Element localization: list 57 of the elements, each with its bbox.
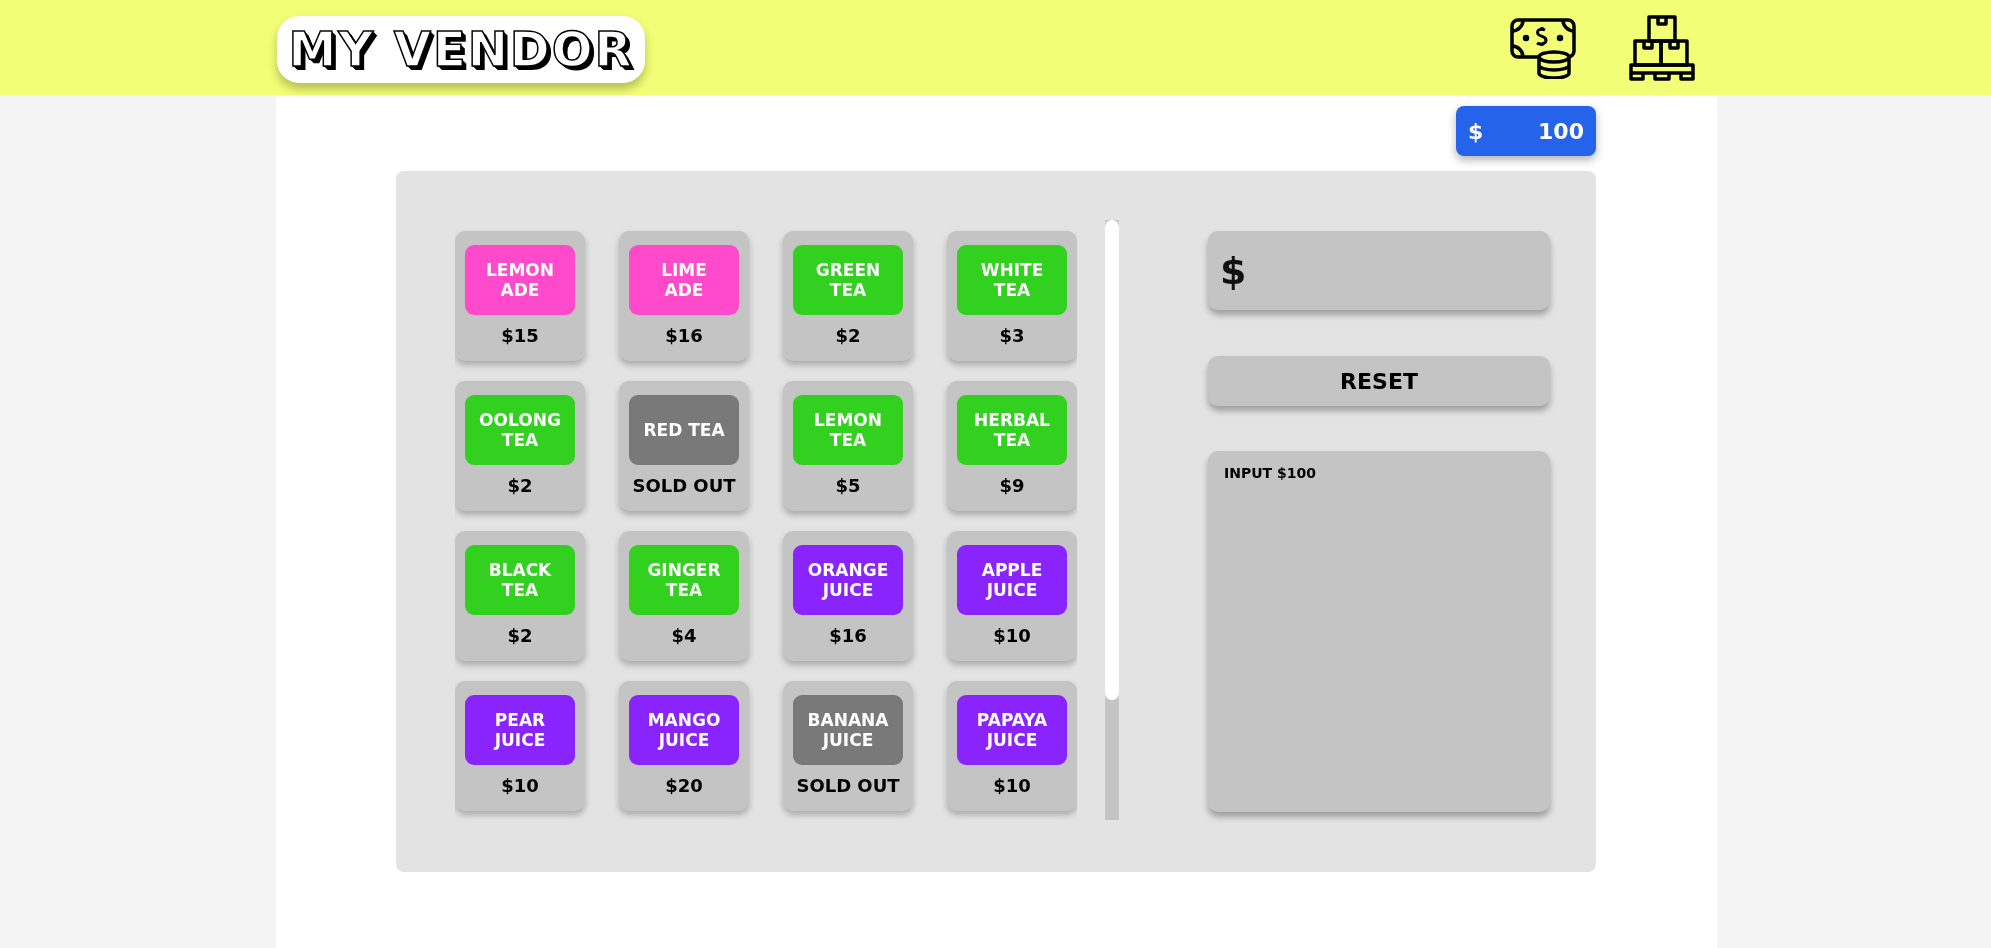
product-price: $2 xyxy=(835,325,861,346)
product-price: $20 xyxy=(665,775,703,796)
product-name: ORANGE JUICE xyxy=(793,545,903,615)
product-price: $10 xyxy=(501,775,539,796)
product-price: SOLD OUT xyxy=(796,775,900,796)
product-name: APPLE JUICE xyxy=(957,545,1067,615)
product-price: SOLD OUT xyxy=(632,475,736,496)
product-name: BANANA JUICE xyxy=(793,695,903,765)
product-card[interactable]: LEMON ADE $15 xyxy=(455,231,585,361)
product-name: MANGO JUICE xyxy=(629,695,739,765)
log-entry: INPUT $100 xyxy=(1224,465,1317,481)
product-card[interactable]: HERBAL TEA $9 xyxy=(947,381,1077,511)
product-price: $2 xyxy=(507,475,533,496)
product-name: PAPAYA JUICE xyxy=(957,695,1067,765)
product-price: $9 xyxy=(999,475,1025,496)
product-card[interactable]: OOLONG TEA $2 xyxy=(455,381,585,511)
product-card[interactable]: WHITE TEA $3 xyxy=(947,231,1077,361)
product-name: RED TEA xyxy=(629,395,739,465)
product-price: $16 xyxy=(829,625,867,646)
product-name: GREEN TEA xyxy=(793,245,903,315)
product-name: WHITE TEA xyxy=(957,245,1067,315)
boxes-on-pallet-icon[interactable] xyxy=(1629,14,1695,81)
currency-sign: $ xyxy=(1468,118,1484,144)
product-name: LEMON ADE xyxy=(465,245,575,315)
money-input-field[interactable]: $ xyxy=(1208,231,1550,310)
reset-button[interactable]: RESET xyxy=(1208,356,1550,406)
balance-amount: 100 xyxy=(1538,118,1584,144)
product-name: PEAR JUICE xyxy=(465,695,575,765)
product-card[interactable]: LIME ADE $16 xyxy=(619,231,749,361)
product-price: $4 xyxy=(671,625,697,646)
product-price: $10 xyxy=(993,775,1031,796)
product-card[interactable]: PEAR JUICE $10 xyxy=(455,681,585,811)
product-card[interactable]: MANGO JUICE $20 xyxy=(619,681,749,811)
product-card[interactable]: APPLE JUICE $10 xyxy=(947,531,1077,661)
product-name: HERBAL TEA xyxy=(957,395,1067,465)
product-name: LIME ADE xyxy=(629,245,739,315)
product-card[interactable]: PAPAYA JUICE $10 xyxy=(947,681,1077,811)
product-price: $5 xyxy=(835,475,861,496)
product-price: $3 xyxy=(999,325,1025,346)
product-card[interactable]: GREEN TEA $2 xyxy=(783,231,913,361)
product-card[interactable]: BANANA JUICE SOLD OUT xyxy=(783,681,913,811)
product-price: $16 xyxy=(665,325,703,346)
product-name: BLACK TEA xyxy=(465,545,575,615)
product-card[interactable]: RED TEA SOLD OUT xyxy=(619,381,749,511)
product-card[interactable]: BLACK TEA $2 xyxy=(455,531,585,661)
product-price: $2 xyxy=(507,625,533,646)
product-card[interactable]: LEMON TEA $5 xyxy=(783,381,913,511)
logo[interactable]: MY VENDOR xyxy=(277,15,645,83)
product-card[interactable]: ORANGE JUICE $16 xyxy=(783,531,913,661)
cash-coins-icon[interactable] xyxy=(1509,16,1579,79)
product-price: $15 xyxy=(501,325,539,346)
product-price: $10 xyxy=(993,625,1031,646)
product-name: GINGER TEA xyxy=(629,545,739,615)
scrollbar[interactable] xyxy=(1105,220,1119,820)
product-name: OOLONG TEA xyxy=(465,395,575,465)
product-name: LEMON TEA xyxy=(793,395,903,465)
product-card[interactable]: GINGER TEA $4 xyxy=(619,531,749,661)
